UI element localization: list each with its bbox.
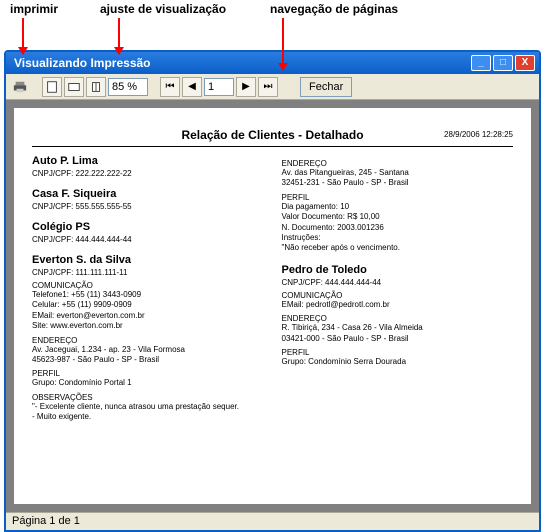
client-record: Everton S. da Silva CNPJ/CPF: 111.111.111…: [32, 254, 264, 423]
client-cnpj: CNPJ/CPF: 444.444.444-44: [32, 235, 264, 244]
client-record: Casa F. Siqueira CNPJ/CPF: 555.555.555-55: [32, 188, 264, 211]
page-number-input[interactable]: [204, 78, 234, 96]
prev-page-button[interactable]: ◀: [182, 77, 202, 97]
client-name: Pedro de Toledo: [282, 264, 514, 276]
ann-print-arrow: [22, 18, 24, 54]
section-title: PERFIL: [32, 369, 264, 378]
zoom-input[interactable]: [108, 78, 148, 96]
section-line: EMail: everton@everton.com.br: [32, 311, 264, 321]
preview-area: Relação de Clientes - Detalhado 28/9/200…: [6, 100, 539, 512]
client-name: Everton S. da Silva: [32, 254, 264, 266]
section-line: 45623-987 - São Paulo - SP - Brasil: [32, 355, 264, 365]
section-line: Valor Documento: R$ 10,00: [282, 212, 514, 222]
print-preview-window: Visualizando Impressão _ □ X ⏮ ◀ ▶: [4, 50, 541, 532]
client-record: ENDEREÇOAv. das Pitangueiras, 245 - Sant…: [282, 159, 514, 254]
client-cnpj: CNPJ/CPF: 555.555.555-55: [32, 202, 264, 211]
toolbar: ⏮ ◀ ▶ ⏭ Fechar: [6, 74, 539, 100]
printer-icon: [13, 80, 27, 94]
maximize-button[interactable]: □: [493, 55, 513, 71]
section-title: OBSERVAÇÕES: [32, 393, 264, 402]
client-record: Pedro de Toledo CNPJ/CPF: 444.444.444-44 C…: [282, 264, 514, 368]
client-record: Colégio PS CNPJ/CPF: 444.444.444-44: [32, 221, 264, 244]
actual-size-icon: [89, 80, 103, 94]
section-line: Grupo: Condomínio Serra Dourada: [282, 357, 514, 367]
close-button[interactable]: Fechar: [300, 77, 352, 97]
section-title: ENDEREÇO: [282, 159, 514, 168]
section-title: ENDEREÇO: [282, 314, 514, 323]
section-line: - Muito exigente.: [32, 412, 264, 422]
report-right-column: ENDEREÇOAv. das Pitangueiras, 245 - Sant…: [282, 155, 514, 433]
section-title: PERFIL: [282, 193, 514, 202]
section-line: 03421-000 - São Paulo - SP - Brasil: [282, 334, 514, 344]
print-button[interactable]: [10, 77, 30, 97]
statusbar: Página 1 de 1: [6, 512, 539, 530]
section-line: Instruções:: [282, 233, 514, 243]
section-line: Grupo: Condomínio Portal 1: [32, 378, 264, 388]
client-cnpj: CNPJ/CPF: 222.222.222-22: [32, 169, 264, 178]
prev-page-icon: ◀: [188, 81, 196, 92]
client-name: Casa F. Siqueira: [32, 188, 264, 200]
section-line: Dia pagamento: 10: [282, 202, 514, 212]
client-cnpj: CNPJ/CPF: 444.444.444-44: [282, 278, 514, 287]
section-title: ENDEREÇO: [32, 336, 264, 345]
client-name: Colégio PS: [32, 221, 264, 233]
section-line: 32451-231 - São Paulo - SP - Brasil: [282, 178, 514, 188]
section-line: "Não receber após o vencimento.: [282, 243, 514, 253]
ann-nav-arrow: [282, 18, 284, 70]
ann-print-label: imprimir: [10, 2, 58, 16]
titlebar: Visualizando Impressão _ □ X: [6, 52, 539, 74]
first-page-button[interactable]: ⏮: [160, 77, 180, 97]
section-title: COMUNICAÇÃO: [282, 291, 514, 300]
section-line: Telefone1: +55 (11) 3443-0909: [32, 290, 264, 300]
ann-view-arrow: [118, 18, 120, 54]
section-line: N. Documento: 2003.001236: [282, 223, 514, 233]
ann-nav-label: navegação de páginas: [270, 2, 398, 16]
last-page-button[interactable]: ⏭: [258, 77, 278, 97]
next-page-icon: ▶: [242, 81, 250, 92]
section-title: COMUNICAÇÃO: [32, 281, 264, 290]
next-page-button[interactable]: ▶: [236, 77, 256, 97]
section-line: "- Excelente cliente, nunca atrasou uma …: [32, 402, 264, 412]
ann-view-label: ajuste de visualização: [100, 2, 226, 16]
first-page-icon: ⏮: [166, 81, 175, 92]
client-record: Auto P. Lima CNPJ/CPF: 222.222.222-22: [32, 155, 264, 178]
section-line: EMail: pedrotl@pedrotl.com.br: [282, 300, 514, 310]
report-divider: [32, 146, 513, 147]
section-line: R. Tibiriçá, 234 - Casa 26 - Vila Almeid…: [282, 323, 514, 333]
fit-whole-page-button[interactable]: [42, 77, 62, 97]
section-line: Site: www.everton.com.br: [32, 321, 264, 331]
section-line: Av. Jaceguai, 1.234 - ap. 23 - Vila Form…: [32, 345, 264, 355]
status-text: Página 1 de 1: [12, 515, 80, 527]
section-title: PERFIL: [282, 348, 514, 357]
section-line: Av. das Pitangueiras, 245 - Santana: [282, 168, 514, 178]
fit-width-icon: [67, 80, 81, 94]
last-page-icon: ⏭: [264, 81, 273, 92]
fit-width-button[interactable]: [64, 77, 84, 97]
client-cnpj: CNPJ/CPF: 111.111.111-11: [32, 268, 264, 277]
report-left-column: Auto P. Lima CNPJ/CPF: 222.222.222-22 Casa…: [32, 155, 264, 433]
report-title: Relação de Clientes - Detalhado: [32, 128, 513, 142]
minimize-button[interactable]: _: [471, 55, 491, 71]
fit-page-icon: [45, 80, 59, 94]
annotation-overlay: imprimir ajuste de visualização navegaçã…: [0, 0, 545, 50]
actual-size-button[interactable]: [86, 77, 106, 97]
section-line: Celular: +55 (11) 9909-0909: [32, 300, 264, 310]
window-title: Visualizando Impressão: [14, 56, 469, 70]
report-datetime: 28/9/2006 12:28:25: [444, 130, 513, 139]
client-name: Auto P. Lima: [32, 155, 264, 167]
window-close-button[interactable]: X: [515, 55, 535, 71]
report-page: Relação de Clientes - Detalhado 28/9/200…: [14, 108, 531, 504]
